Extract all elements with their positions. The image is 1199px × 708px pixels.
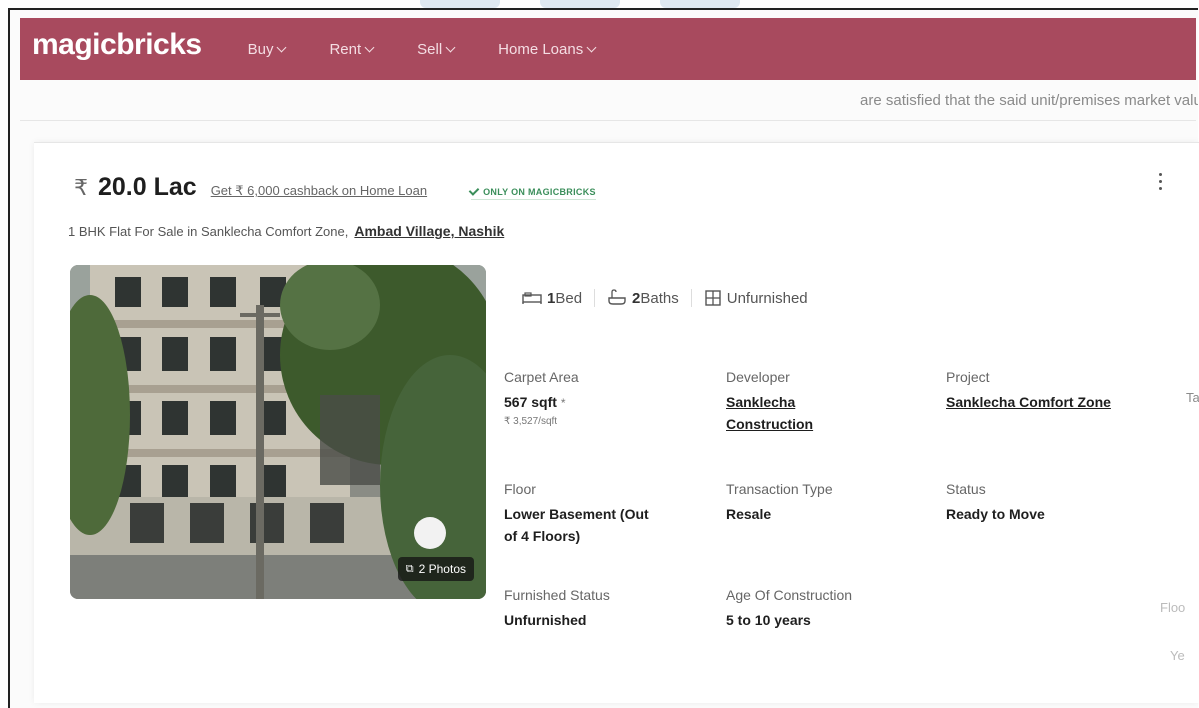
listing-title: 1 BHK Flat For Sale in Sanklecha Comfort… <box>68 223 504 239</box>
age-value: 5 to 10 years <box>726 612 811 628</box>
developer-label: Developer <box>726 369 790 385</box>
location-link[interactable]: Ambad Village, Nashik <box>354 223 504 239</box>
status-label: Status <box>946 481 986 497</box>
background-side-label: Ta <box>1186 390 1199 405</box>
nav-sell-label: Sell <box>417 40 443 58</box>
chevron-down-icon <box>586 42 597 52</box>
carpet-area-value-row: 567 sqft * <box>504 391 714 414</box>
transaction-type-cell: Transaction Type Resale <box>726 481 936 525</box>
nav-buy-label: Buy <box>247 40 274 58</box>
nav-buy[interactable]: Buy <box>247 40 287 58</box>
nav-rent[interactable]: Rent <box>329 40 375 58</box>
nav-rent-label: Rent <box>329 40 362 58</box>
floor-cell: Floor Lower Basement (Out of 4 Floors) <box>504 481 714 547</box>
developer-line1: Sanklecha <box>726 394 796 410</box>
age-label: Age Of Construction <box>726 587 853 603</box>
transaction-type-value: Resale <box>726 506 772 522</box>
price-per-sqft: ₹ 3,527/sqft <box>504 416 558 427</box>
bed-amenity: 1Bed <box>522 290 582 307</box>
photo-count-button[interactable]: ⧉ 2 Photos <box>397 557 474 581</box>
bath-amenity: 2Baths <box>607 289 679 307</box>
nav-sell[interactable]: Sell <box>417 40 456 58</box>
floor-value: Lower Basement (Out of 4 Floors) <box>504 503 714 547</box>
magicbricks-logo[interactable]: magicbricks <box>32 28 202 62</box>
developer-link[interactable]: Sanklecha Construction <box>726 391 936 435</box>
nav-home-loans-label: Home Loans <box>498 40 584 58</box>
property-photo[interactable]: ⧉ 2 Photos <box>70 265 486 599</box>
transaction-type-label: Transaction Type <box>726 481 833 497</box>
project-link[interactable]: Sanklecha Comfort Zone <box>946 391 1186 413</box>
furnishing-amenity: Unfurnished <box>704 289 808 307</box>
project-label: Project <box>946 369 990 385</box>
floor-label: Floor <box>504 481 536 497</box>
furnished-status-cell: Furnished Status Unfurnished <box>504 587 714 631</box>
carpet-area-marker: * <box>560 396 566 410</box>
furniture-icon <box>705 290 721 306</box>
chevron-down-icon <box>277 42 287 52</box>
status-cell: Status Ready to Move <box>946 481 1156 525</box>
image-icon: ⧉ <box>405 562 414 575</box>
top-navbar: magicbricks Buy Rent Sell Home Loans <box>20 18 1196 80</box>
chevron-down-icon <box>445 42 456 52</box>
background-side-label: Ye <box>1170 648 1185 663</box>
floor-line1: Lower Basement (Out <box>504 506 649 522</box>
bed-label: Bed <box>555 289 583 307</box>
age-cell: Age Of Construction 5 to 10 years <box>726 587 936 631</box>
chevron-down-icon <box>364 42 375 52</box>
only-on-badge: ONLY ON MAGICBRICKS <box>468 185 596 200</box>
developer-line2: Construction <box>726 416 814 432</box>
amenities-row: 1Bed 2Baths Unfurnished <box>522 289 808 307</box>
carpet-area-cell: Carpet Area 567 sqft * ₹ 3,527/sqft <box>504 369 714 427</box>
property-card: ₹ 20.0 Lac Get ₹ 6,000 cashback on Home … <box>34 142 1199 703</box>
bed-icon <box>522 292 542 304</box>
furnishing-label: Unfurnished <box>726 289 808 307</box>
floor-line2: of 4 Floors) <box>504 528 581 544</box>
status-value: Ready to Move <box>946 506 1045 522</box>
cashback-link[interactable]: Get ₹ 6,000 cashback on Home Loan <box>211 183 427 199</box>
carpet-area-value: 567 sqft <box>504 394 557 410</box>
price-row: ₹ 20.0 Lac Get ₹ 6,000 cashback on Home … <box>74 173 596 202</box>
badge-label: ONLY ON MAGICBRICKS <box>483 187 596 197</box>
listing-title-text: 1 BHK Flat For Sale in Sanklecha Comfort… <box>68 224 349 239</box>
photo-count-label: 2 Photos <box>418 562 466 576</box>
divider <box>594 289 596 307</box>
background-divider <box>20 120 1196 121</box>
background-side-label: Floo <box>1160 600 1186 615</box>
nav-home-loans[interactable]: Home Loans <box>498 40 597 58</box>
browser-tabs <box>420 0 780 8</box>
price: 20.0 Lac <box>98 173 197 201</box>
rupee-symbol: ₹ <box>74 175 88 200</box>
bath-label: Baths <box>640 289 679 307</box>
divider <box>690 289 692 307</box>
project-cell: Project Sanklecha Comfort Zone <box>946 369 1186 413</box>
furnished-status-label: Furnished Status <box>504 587 610 603</box>
building-image <box>70 265 486 599</box>
bath-icon <box>608 289 626 305</box>
check-icon <box>468 185 480 196</box>
furnished-status-value: Unfurnished <box>504 612 587 628</box>
developer-cell: Developer Sanklecha Construction <box>726 369 936 435</box>
more-options-icon[interactable] <box>1159 173 1165 190</box>
carpet-area-label: Carpet Area <box>504 369 579 385</box>
background-text: are satisfied that the said unit/premise… <box>860 92 1198 109</box>
